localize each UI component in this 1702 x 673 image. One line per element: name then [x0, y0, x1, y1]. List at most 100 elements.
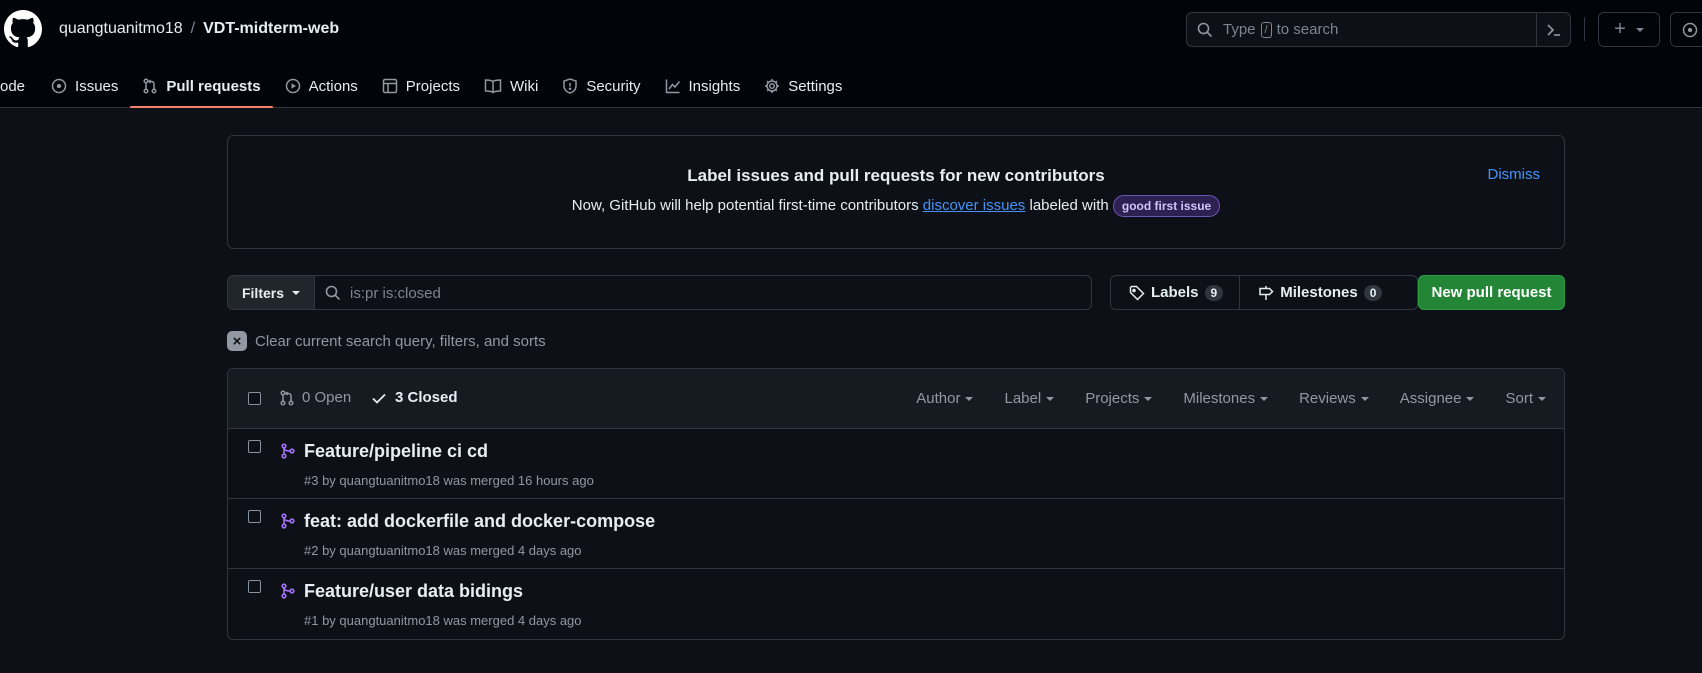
select-all-checkbox[interactable] — [248, 392, 261, 405]
discover-issues-link[interactable]: discover issues — [923, 197, 1026, 214]
issue-opened-icon — [1682, 22, 1698, 37]
labels-count: 9 — [1204, 284, 1224, 301]
good-first-issue-label[interactable]: good first issue — [1112, 195, 1221, 217]
git-pull-request-icon — [280, 389, 294, 406]
tab-pull-requests[interactable]: Pull requests — [130, 64, 273, 108]
milestones-count: 0 — [1363, 284, 1383, 301]
tab-code[interactable]: ode — [0, 64, 37, 108]
search-shortcut-key: / — [1260, 21, 1272, 38]
author-filter[interactable]: Author — [916, 390, 974, 407]
repo-link[interactable]: VDT-midterm-web — [203, 20, 339, 38]
chevron-down-icon — [1144, 396, 1153, 401]
new-pull-request-button[interactable]: New pull request — [1418, 275, 1565, 310]
pr-meta: #1 by quangtuanitmo18 was merged 4 days … — [304, 613, 582, 628]
row-checkbox[interactable] — [248, 510, 261, 523]
closed-filter[interactable]: 3 Closed — [371, 389, 458, 406]
list-item: feat: add dockerfile and docker-compose … — [228, 499, 1564, 569]
chevron-down-icon — [1360, 396, 1369, 401]
git-merge-icon — [281, 583, 295, 599]
filters-button[interactable]: Filters — [227, 275, 315, 310]
nav-label: Projects — [405, 77, 460, 95]
nav-label: Security — [586, 77, 641, 95]
chevron-down-icon — [1635, 27, 1644, 32]
banner-title: Label issues and pull requests for new c… — [687, 166, 1105, 185]
tab-issues[interactable]: Issues — [37, 64, 130, 108]
tab-actions[interactable]: Actions — [273, 64, 370, 108]
row-checkbox[interactable] — [248, 440, 261, 453]
git-merge-icon — [281, 443, 295, 459]
terminal-icon — [1546, 23, 1560, 36]
play-icon — [285, 78, 300, 94]
dismiss-button[interactable]: Dismiss — [1488, 166, 1541, 183]
global-search[interactable]: Type / to search — [1186, 12, 1571, 47]
tab-projects[interactable]: Projects — [370, 64, 472, 108]
repo-nav: ode Issues Pull requests Actions Project… — [0, 64, 854, 108]
chevron-down-icon — [292, 290, 300, 295]
search-input[interactable]: is:pr is:closed — [314, 275, 1092, 310]
list-item: Feature/pipeline ci cd #3 by quangtuanit… — [228, 429, 1564, 499]
nav-label: Issues — [75, 77, 119, 95]
list-filter-menus: Author Label Projects Milestones Reviews… — [916, 390, 1546, 407]
tab-security[interactable]: Security — [550, 64, 652, 108]
pr-meta: #2 by quangtuanitmo18 was merged 4 days … — [304, 543, 582, 558]
milestones-button[interactable]: Milestones 0 — [1239, 276, 1398, 309]
first-contributors-banner: Label issues and pull requests for new c… — [227, 135, 1565, 249]
nav-label: Settings — [788, 77, 843, 95]
search-icon — [325, 285, 341, 301]
chevron-down-icon — [965, 396, 974, 401]
banner-text: Now, GitHub will help potential first-ti… — [228, 195, 1564, 217]
open-filter[interactable]: 0 Open — [279, 389, 351, 406]
milestone-icon — [1259, 285, 1274, 300]
pr-title-link[interactable]: feat: add dockerfile and docker-compose — [304, 511, 655, 532]
pull-request-list: 0 Open 3 Closed Author Label Projects Mi… — [227, 368, 1565, 640]
header-divider — [1584, 17, 1585, 41]
pr-title-link[interactable]: Feature/pipeline ci cd — [304, 441, 488, 462]
label-filter[interactable]: Label — [1004, 390, 1055, 407]
plus-icon: + — [1614, 18, 1626, 40]
chevron-down-icon — [1466, 396, 1475, 401]
github-logo-icon[interactable] — [4, 10, 42, 48]
tab-insights[interactable]: Insights — [653, 64, 753, 108]
owner-link[interactable]: quangtuanitmo18 — [59, 20, 183, 38]
close-icon: × — [227, 331, 247, 351]
pr-meta: #3 by quangtuanitmo18 was merged 16 hour… — [304, 473, 594, 488]
gear-icon — [765, 79, 780, 93]
check-icon — [372, 393, 386, 404]
your-issues-button[interactable] — [1670, 12, 1702, 47]
assignee-filter[interactable]: Assignee — [1400, 390, 1475, 407]
clear-filters-link[interactable]: × Clear current search query, filters, a… — [227, 331, 546, 351]
shield-icon — [563, 78, 578, 94]
nav-label: Actions — [308, 77, 358, 95]
nav-label: ode — [0, 77, 26, 95]
list-header: 0 Open 3 Closed Author Label Projects Mi… — [228, 369, 1564, 429]
nav-label: Pull requests — [166, 77, 261, 95]
nav-label: Wiki — [509, 77, 539, 95]
graph-icon — [665, 79, 680, 94]
git-pull-request-icon — [143, 78, 157, 94]
labels-button[interactable]: Labels 9 — [1111, 276, 1239, 309]
app-header: quangtuanitmo18 / VDT-midterm-web Type /… — [0, 0, 1702, 108]
search-placeholder: Type / to search — [1223, 21, 1339, 38]
git-merge-icon — [281, 513, 295, 529]
labels-milestones-group: Labels 9 Milestones 0 — [1110, 275, 1418, 310]
create-new-button[interactable]: + — [1598, 12, 1660, 47]
projects-filter[interactable]: Projects — [1085, 390, 1153, 407]
command-palette-button[interactable] — [1536, 13, 1570, 46]
chevron-down-icon — [1538, 396, 1546, 401]
chevron-down-icon — [1046, 396, 1055, 401]
nav-label: Insights — [688, 77, 741, 95]
book-icon — [484, 79, 502, 94]
row-checkbox[interactable] — [248, 580, 261, 593]
tag-icon — [1129, 285, 1145, 301]
tab-wiki[interactable]: Wiki — [472, 64, 550, 108]
list-item: Feature/user data bidings #1 by quangtua… — [228, 569, 1564, 639]
search-query: is:pr is:closed — [350, 285, 441, 302]
sort-filter[interactable]: Sort — [1505, 390, 1546, 407]
table-icon — [382, 78, 398, 94]
reviews-filter[interactable]: Reviews — [1299, 390, 1369, 407]
milestones-filter[interactable]: Milestones — [1183, 390, 1269, 407]
chevron-down-icon — [1260, 396, 1269, 401]
search-icon — [1197, 22, 1213, 38]
tab-settings[interactable]: Settings — [752, 64, 854, 108]
pr-title-link[interactable]: Feature/user data bidings — [304, 581, 523, 602]
